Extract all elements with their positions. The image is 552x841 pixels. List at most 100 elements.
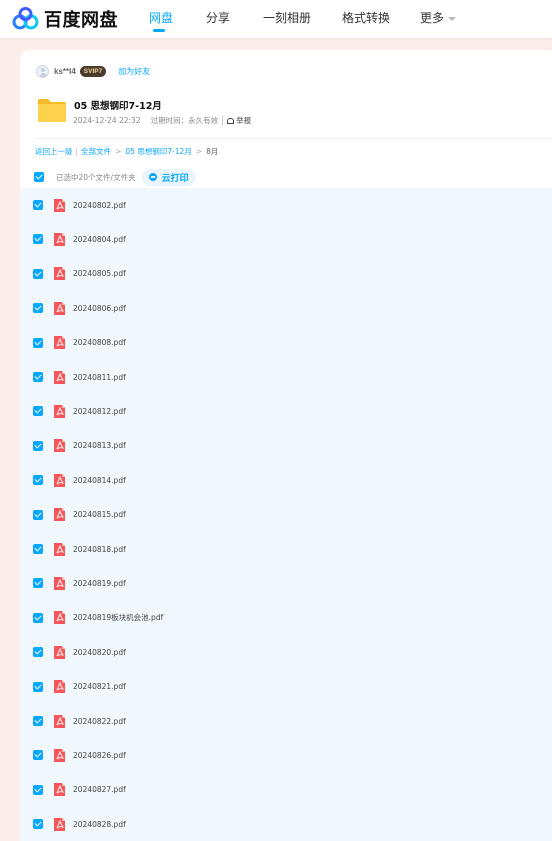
pdf-file-icon — [54, 404, 65, 418]
file-name[interactable]: 20240818.pdf — [73, 545, 126, 554]
file-row[interactable]: 20240811.pdf — [20, 360, 552, 394]
breadcrumb-back[interactable]: 返回上一级 — [35, 146, 73, 157]
file-row[interactable]: 20240821.pdf — [20, 670, 552, 704]
share-meta: 2024-12-24 22:32 过期时间：永久有效 举报 — [73, 115, 251, 126]
file-name[interactable]: 20240822.pdf — [73, 717, 126, 726]
breadcrumb: 返回上一级 | 全部文件 > 05 思想钢印7-12月 > 8月 — [35, 146, 219, 157]
pdf-file-icon — [54, 714, 65, 728]
report-button[interactable]: 举报 — [227, 115, 251, 126]
pdf-file-icon — [54, 645, 65, 659]
file-name[interactable]: 20240820.pdf — [73, 648, 126, 657]
file-checkbox[interactable] — [33, 544, 43, 554]
pdf-file-icon — [54, 680, 65, 694]
avatar[interactable] — [36, 65, 49, 78]
pdf-file-icon — [54, 267, 65, 281]
print-icon — [148, 173, 157, 181]
breadcrumb-current: 8月 — [206, 147, 219, 156]
cloud-logo-icon — [12, 7, 39, 30]
file-checkbox[interactable] — [33, 268, 43, 279]
file-row[interactable]: 20240814.pdf — [20, 463, 552, 497]
breadcrumb-all-files[interactable]: 全部文件 — [81, 146, 111, 157]
file-name[interactable]: 20240828.pdf — [73, 820, 126, 829]
file-checkbox[interactable] — [33, 681, 43, 692]
file-checkbox[interactable] — [33, 647, 43, 658]
share-title: 05 思想钢印7-12月 — [74, 101, 162, 112]
file-row[interactable]: 20240806.pdf — [20, 291, 552, 325]
file-name[interactable]: 20240819.pdf — [73, 579, 126, 588]
file-row[interactable]: 20240827.pdf — [20, 773, 552, 807]
nav-moments-album[interactable]: 一刻相册 — [263, 9, 311, 26]
sharer-username[interactable]: ks**l4 — [54, 67, 76, 76]
file-name[interactable]: 20240804.pdf — [73, 235, 126, 244]
file-checkbox[interactable] — [33, 372, 43, 382]
pdf-file-icon — [54, 508, 65, 522]
report-label: 举报 — [236, 116, 252, 125]
select-all-checkbox[interactable] — [34, 172, 44, 182]
file-name[interactable]: 20240813.pdf — [73, 441, 126, 450]
file-name[interactable]: 20240826.pdf — [73, 751, 126, 760]
file-name[interactable]: 20240827.pdf — [73, 785, 126, 794]
file-row[interactable]: 20240826.pdf — [20, 738, 552, 772]
add-friend-link[interactable]: 加为好友 — [118, 66, 150, 77]
file-checkbox[interactable] — [33, 475, 43, 486]
file-row[interactable]: 20240802.pdf — [20, 188, 552, 222]
file-checkbox[interactable] — [33, 234, 43, 245]
nav-netdisk[interactable]: 网盘 — [149, 9, 173, 26]
file-name[interactable]: 20240806.pdf — [73, 304, 126, 313]
nav-more[interactable]: 更多 — [420, 9, 457, 26]
nav-share[interactable]: 分享 — [206, 9, 230, 26]
pdf-file-icon — [54, 542, 65, 556]
cloud-print-button[interactable]: 云打印 — [141, 168, 196, 186]
file-name[interactable]: 20240805.pdf — [73, 269, 126, 278]
file-row[interactable]: 20240804.pdf — [20, 222, 552, 256]
file-checkbox[interactable] — [33, 509, 43, 520]
cloud-print-label: 云打印 — [161, 173, 189, 184]
file-row[interactable]: 20240819板块机会池.pdf — [20, 601, 552, 635]
pdf-file-icon — [54, 439, 65, 453]
file-name[interactable]: 20240821.pdf — [73, 682, 126, 691]
file-checkbox[interactable] — [33, 578, 43, 589]
file-checkbox[interactable] — [33, 303, 43, 314]
file-row[interactable]: 20240815.pdf — [20, 498, 552, 532]
baidu-netdisk-logo[interactable]: 百度网盘 — [12, 6, 118, 32]
file-name[interactable]: 20240815.pdf — [73, 510, 126, 519]
file-checkbox[interactable] — [33, 750, 43, 761]
file-row[interactable]: 20240812.pdf — [20, 394, 552, 428]
file-checkbox[interactable] — [33, 406, 43, 417]
file-name[interactable]: 20240811.pdf — [73, 373, 126, 382]
file-row[interactable]: 20240818.pdf — [20, 532, 552, 566]
pdf-file-icon — [54, 748, 65, 762]
share-date: 2024-12-24 22:32 — [73, 116, 141, 125]
file-row[interactable]: 20240808.pdf — [20, 326, 552, 360]
file-name[interactable]: 20240819板块机会池.pdf — [73, 612, 163, 623]
pdf-file-icon — [54, 336, 65, 350]
file-name[interactable]: 20240808.pdf — [73, 338, 126, 347]
file-checkbox[interactable] — [33, 440, 43, 451]
file-checkbox[interactable] — [33, 612, 43, 623]
logo-text: 百度网盘 — [44, 10, 118, 31]
pdf-file-icon — [54, 576, 65, 590]
file-row[interactable]: 20240819.pdf — [20, 566, 552, 600]
pdf-file-icon — [54, 232, 65, 246]
file-row[interactable]: 20240813.pdf — [20, 429, 552, 463]
file-row[interactable]: 20240822.pdf — [20, 704, 552, 738]
share-card: ks**l4 SVIP7 加为好友 05 思想钢印7-12月 2024-12-2… — [20, 50, 552, 841]
breadcrumb-folder[interactable]: 05 思想钢印7-12月 — [125, 146, 191, 157]
nav-format-convert[interactable]: 格式转换 — [342, 9, 390, 26]
file-name[interactable]: 20240802.pdf — [73, 201, 126, 210]
file-row[interactable]: 20240805.pdf — [20, 257, 552, 291]
svip-badge: SVIP7 — [79, 66, 107, 77]
file-name[interactable]: 20240814.pdf — [73, 476, 126, 485]
file-row[interactable]: 20240820.pdf — [20, 635, 552, 669]
pdf-file-icon — [54, 783, 65, 797]
file-checkbox[interactable] — [33, 716, 43, 726]
file-checkbox[interactable] — [33, 819, 43, 830]
top-navigation-bar: 百度网盘 网盘 分享 一刻相册 格式转换 更多 — [0, 0, 552, 38]
file-checkbox[interactable] — [33, 784, 43, 795]
file-checkbox[interactable] — [33, 200, 43, 210]
file-name[interactable]: 20240812.pdf — [73, 407, 126, 416]
selection-bar: 已选中20个文件/文件夹 云打印 — [34, 167, 196, 187]
divider — [34, 138, 552, 139]
file-row[interactable]: 20240828.pdf — [20, 807, 552, 841]
file-checkbox[interactable] — [33, 337, 43, 348]
